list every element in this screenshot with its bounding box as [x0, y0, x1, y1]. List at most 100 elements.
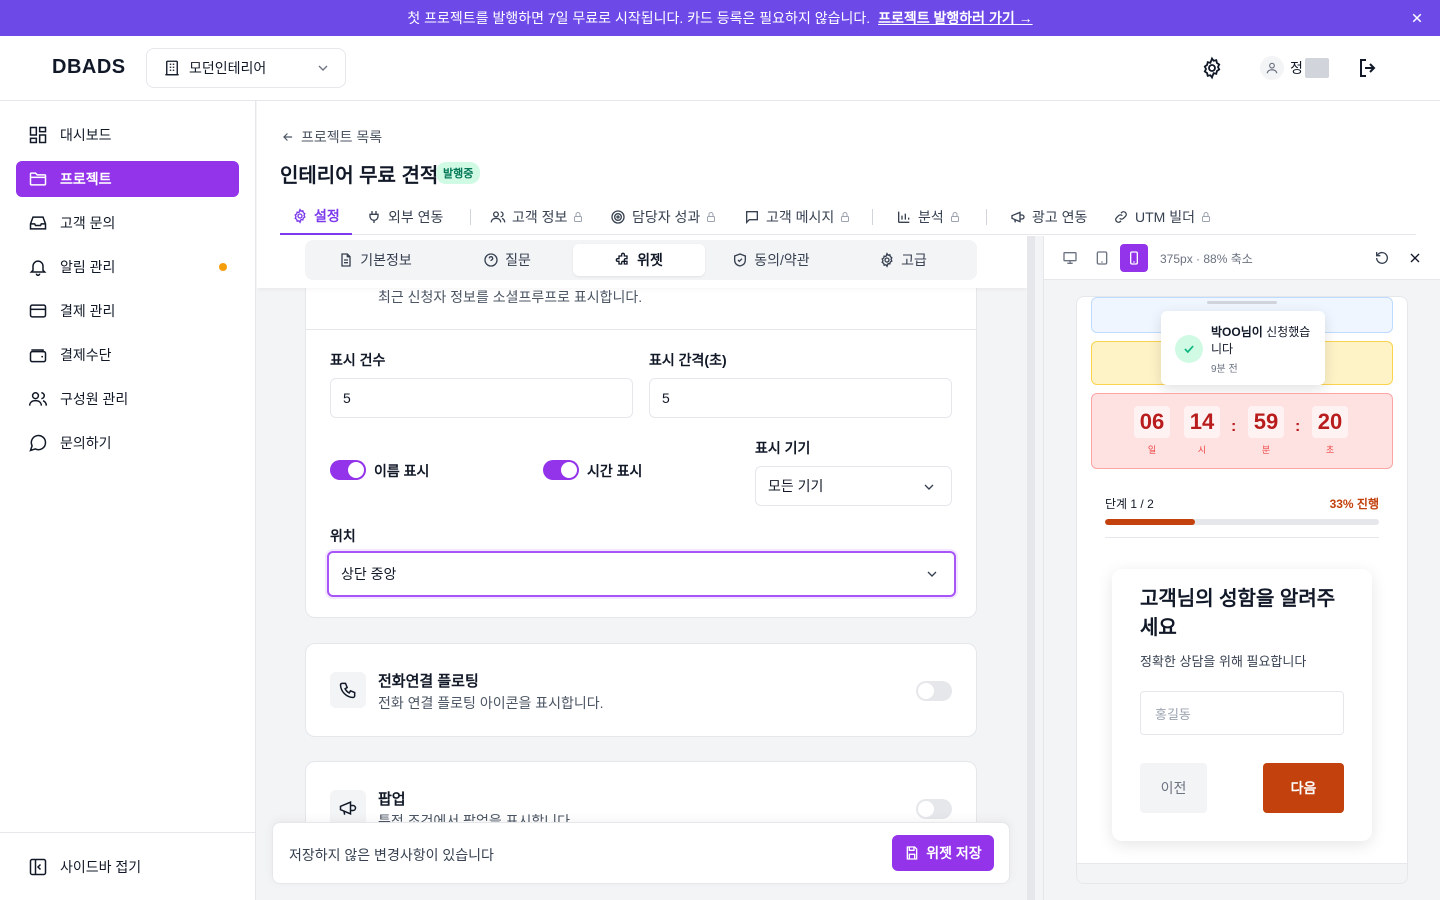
- puzzle-icon: [615, 252, 628, 265]
- desktop-view-button[interactable]: [1056, 244, 1084, 272]
- sidebar-item-notifications[interactable]: 알림 관리: [16, 249, 239, 285]
- top-header: DBADS 모던인테리어 정: [0, 36, 1440, 101]
- check-icon-box: [1175, 335, 1203, 363]
- count-input[interactable]: 5: [330, 378, 633, 418]
- refresh-icon[interactable]: [1374, 250, 1390, 266]
- collapse-sidebar-button[interactable]: 사이드바 접기: [28, 857, 141, 877]
- tablet-view-button[interactable]: [1088, 244, 1116, 272]
- scrollbar-thumb[interactable]: [1027, 236, 1035, 900]
- org-select[interactable]: 모던인테리어: [146, 48, 346, 88]
- sidebar-item-label: 고객 문의: [60, 215, 116, 231]
- position-select[interactable]: 상단 중앙: [327, 551, 956, 597]
- subtab-label: 고급: [901, 252, 927, 268]
- back-link[interactable]: 프로젝트 목록: [281, 127, 382, 147]
- logo[interactable]: DBADS: [52, 56, 126, 79]
- position-value: 상단 중앙: [341, 566, 397, 582]
- sidebar-item-dashboard[interactable]: 대시보드: [16, 117, 239, 153]
- scrollbar[interactable]: [1027, 236, 1043, 900]
- user-name: 정: [1290, 60, 1303, 76]
- user-icon: [1266, 62, 1278, 74]
- folder-icon: [29, 172, 47, 186]
- subtab-advanced[interactable]: 고급: [837, 244, 969, 276]
- scroll-indicator: [1207, 301, 1277, 304]
- progress-bar: [1105, 519, 1379, 525]
- sidebar-item-label: 구성원 관리: [60, 391, 129, 407]
- countdown-unit: 시: [1197, 445, 1207, 455]
- dashboard-icon: [29, 126, 47, 144]
- device-select[interactable]: 모든 기기: [755, 466, 952, 506]
- tab-settings[interactable]: 설정: [280, 199, 352, 235]
- sidebar-item-inquiries[interactable]: 고객 문의: [16, 205, 239, 241]
- show-time-toggle[interactable]: [543, 460, 579, 480]
- sidebar-item-members[interactable]: 구성원 관리: [16, 381, 239, 417]
- unsaved-changes-bar: 저장하지 않은 변경사항이 있습니다 위젯 저장: [272, 822, 1010, 884]
- phone-floating-card: 전화연결 플로팅 전화 연결 플로팅 아이콘을 표시합니다.: [305, 643, 977, 737]
- show-name-toggle[interactable]: [330, 460, 366, 480]
- close-icon[interactable]: [1408, 9, 1426, 27]
- tab-agent-performance[interactable]: 담당자 성과: [610, 199, 717, 235]
- interval-input[interactable]: 5: [649, 378, 952, 418]
- tab-label: 외부 연동: [388, 209, 444, 225]
- back-label: 프로젝트 목록: [301, 129, 383, 145]
- promo-banner: 첫 프로젝트를 발행하면 7일 무료로 시작됩니다. 카드 등록은 필요하지 않…: [0, 0, 1440, 36]
- redacted-name: [1304, 58, 1329, 78]
- sidebar-item-contact[interactable]: 문의하기: [16, 425, 239, 461]
- logout-icon[interactable]: [1356, 56, 1380, 80]
- sidebar-item-billing[interactable]: 결제 관리: [16, 293, 239, 329]
- popup-toggle[interactable]: [916, 799, 952, 819]
- unsaved-message: 저장하지 않은 변경사항이 있습니다: [289, 847, 494, 863]
- tab-customer-messages[interactable]: 고객 메시지: [744, 199, 851, 235]
- close-icon[interactable]: [1407, 250, 1423, 266]
- plug-icon: [369, 211, 379, 223]
- divider: [306, 329, 976, 330]
- countdown-value: 06: [1134, 406, 1170, 438]
- gear-icon: [881, 252, 893, 268]
- countdown-timer: 06 일 14 시 : 59 분 : 20 초: [1091, 393, 1393, 469]
- banner-link[interactable]: 프로젝트 발행하러 가기 →: [878, 8, 1032, 28]
- subtab-basic-info[interactable]: 기본정보: [309, 244, 441, 276]
- org-name: 모던인테리어: [189, 60, 267, 76]
- subtab-label: 기본정보: [360, 252, 412, 268]
- subtab-widget[interactable]: 위젯: [573, 244, 705, 276]
- tab-ad-integration[interactable]: 광고 연동: [1010, 199, 1087, 235]
- phone-floating-desc: 전화 연결 플로팅 아이콘을 표시합니다.: [378, 695, 604, 711]
- tab-label: 분석: [918, 209, 944, 225]
- position-label: 위치: [330, 528, 356, 544]
- gear-icon[interactable]: [1200, 56, 1224, 80]
- next-button[interactable]: 다음: [1263, 763, 1344, 813]
- subtab-consent[interactable]: 동의/약관: [705, 244, 837, 276]
- name-input[interactable]: 홍길동: [1140, 691, 1344, 735]
- sidebar-footer: 사이드바 접기: [0, 832, 256, 900]
- save-widget-button[interactable]: 위젯 저장: [892, 835, 994, 871]
- arrow-left-icon: [283, 133, 293, 141]
- save-icon: [906, 846, 918, 860]
- user-menu[interactable]: 정: [1260, 56, 1329, 80]
- countdown-unit: 분: [1261, 445, 1271, 455]
- phone-floating-toggle[interactable]: [916, 681, 952, 701]
- mobile-preview: 박OO님이 신청했습니다 9분 전 06 일 14 시 : 59 분: 20 …: [1076, 296, 1408, 884]
- countdown-days: 06 일: [1134, 406, 1170, 456]
- collapse-label: 사이드바 접기: [60, 859, 142, 875]
- tab-customer-info[interactable]: 고객 정보: [490, 199, 584, 235]
- sidebar-item-payment-methods[interactable]: 결제수단: [16, 337, 239, 373]
- mobile-view-button[interactable]: [1120, 244, 1148, 272]
- tab-utm-builder[interactable]: UTM 빌더: [1113, 199, 1212, 235]
- tab-label: UTM 빌더: [1135, 209, 1195, 225]
- monitor-icon: [1063, 252, 1077, 264]
- tab-analytics[interactable]: 분석: [896, 199, 961, 235]
- subtab-questions[interactable]: 질문: [441, 244, 573, 276]
- users-icon: [28, 392, 48, 406]
- device-value: 모든 기기: [768, 478, 824, 494]
- lock-icon: [1201, 212, 1210, 222]
- prev-button[interactable]: 이전: [1140, 763, 1207, 813]
- progress-label: 33% 진행: [1329, 497, 1379, 511]
- preview-footer: [1077, 863, 1407, 883]
- sidebar-collapse-icon: [29, 858, 47, 876]
- sidebar-item-projects[interactable]: 프로젝트: [16, 161, 239, 197]
- social-proof-toast: 박OO님이 신청했습니다 9분 전: [1161, 311, 1325, 385]
- tab-label: 고객 메시지: [766, 209, 835, 225]
- check-icon: [1184, 345, 1194, 354]
- show-time-label: 시간 표시: [587, 463, 643, 479]
- message-icon: [746, 211, 758, 224]
- tab-integrations[interactable]: 외부 연동: [366, 199, 443, 235]
